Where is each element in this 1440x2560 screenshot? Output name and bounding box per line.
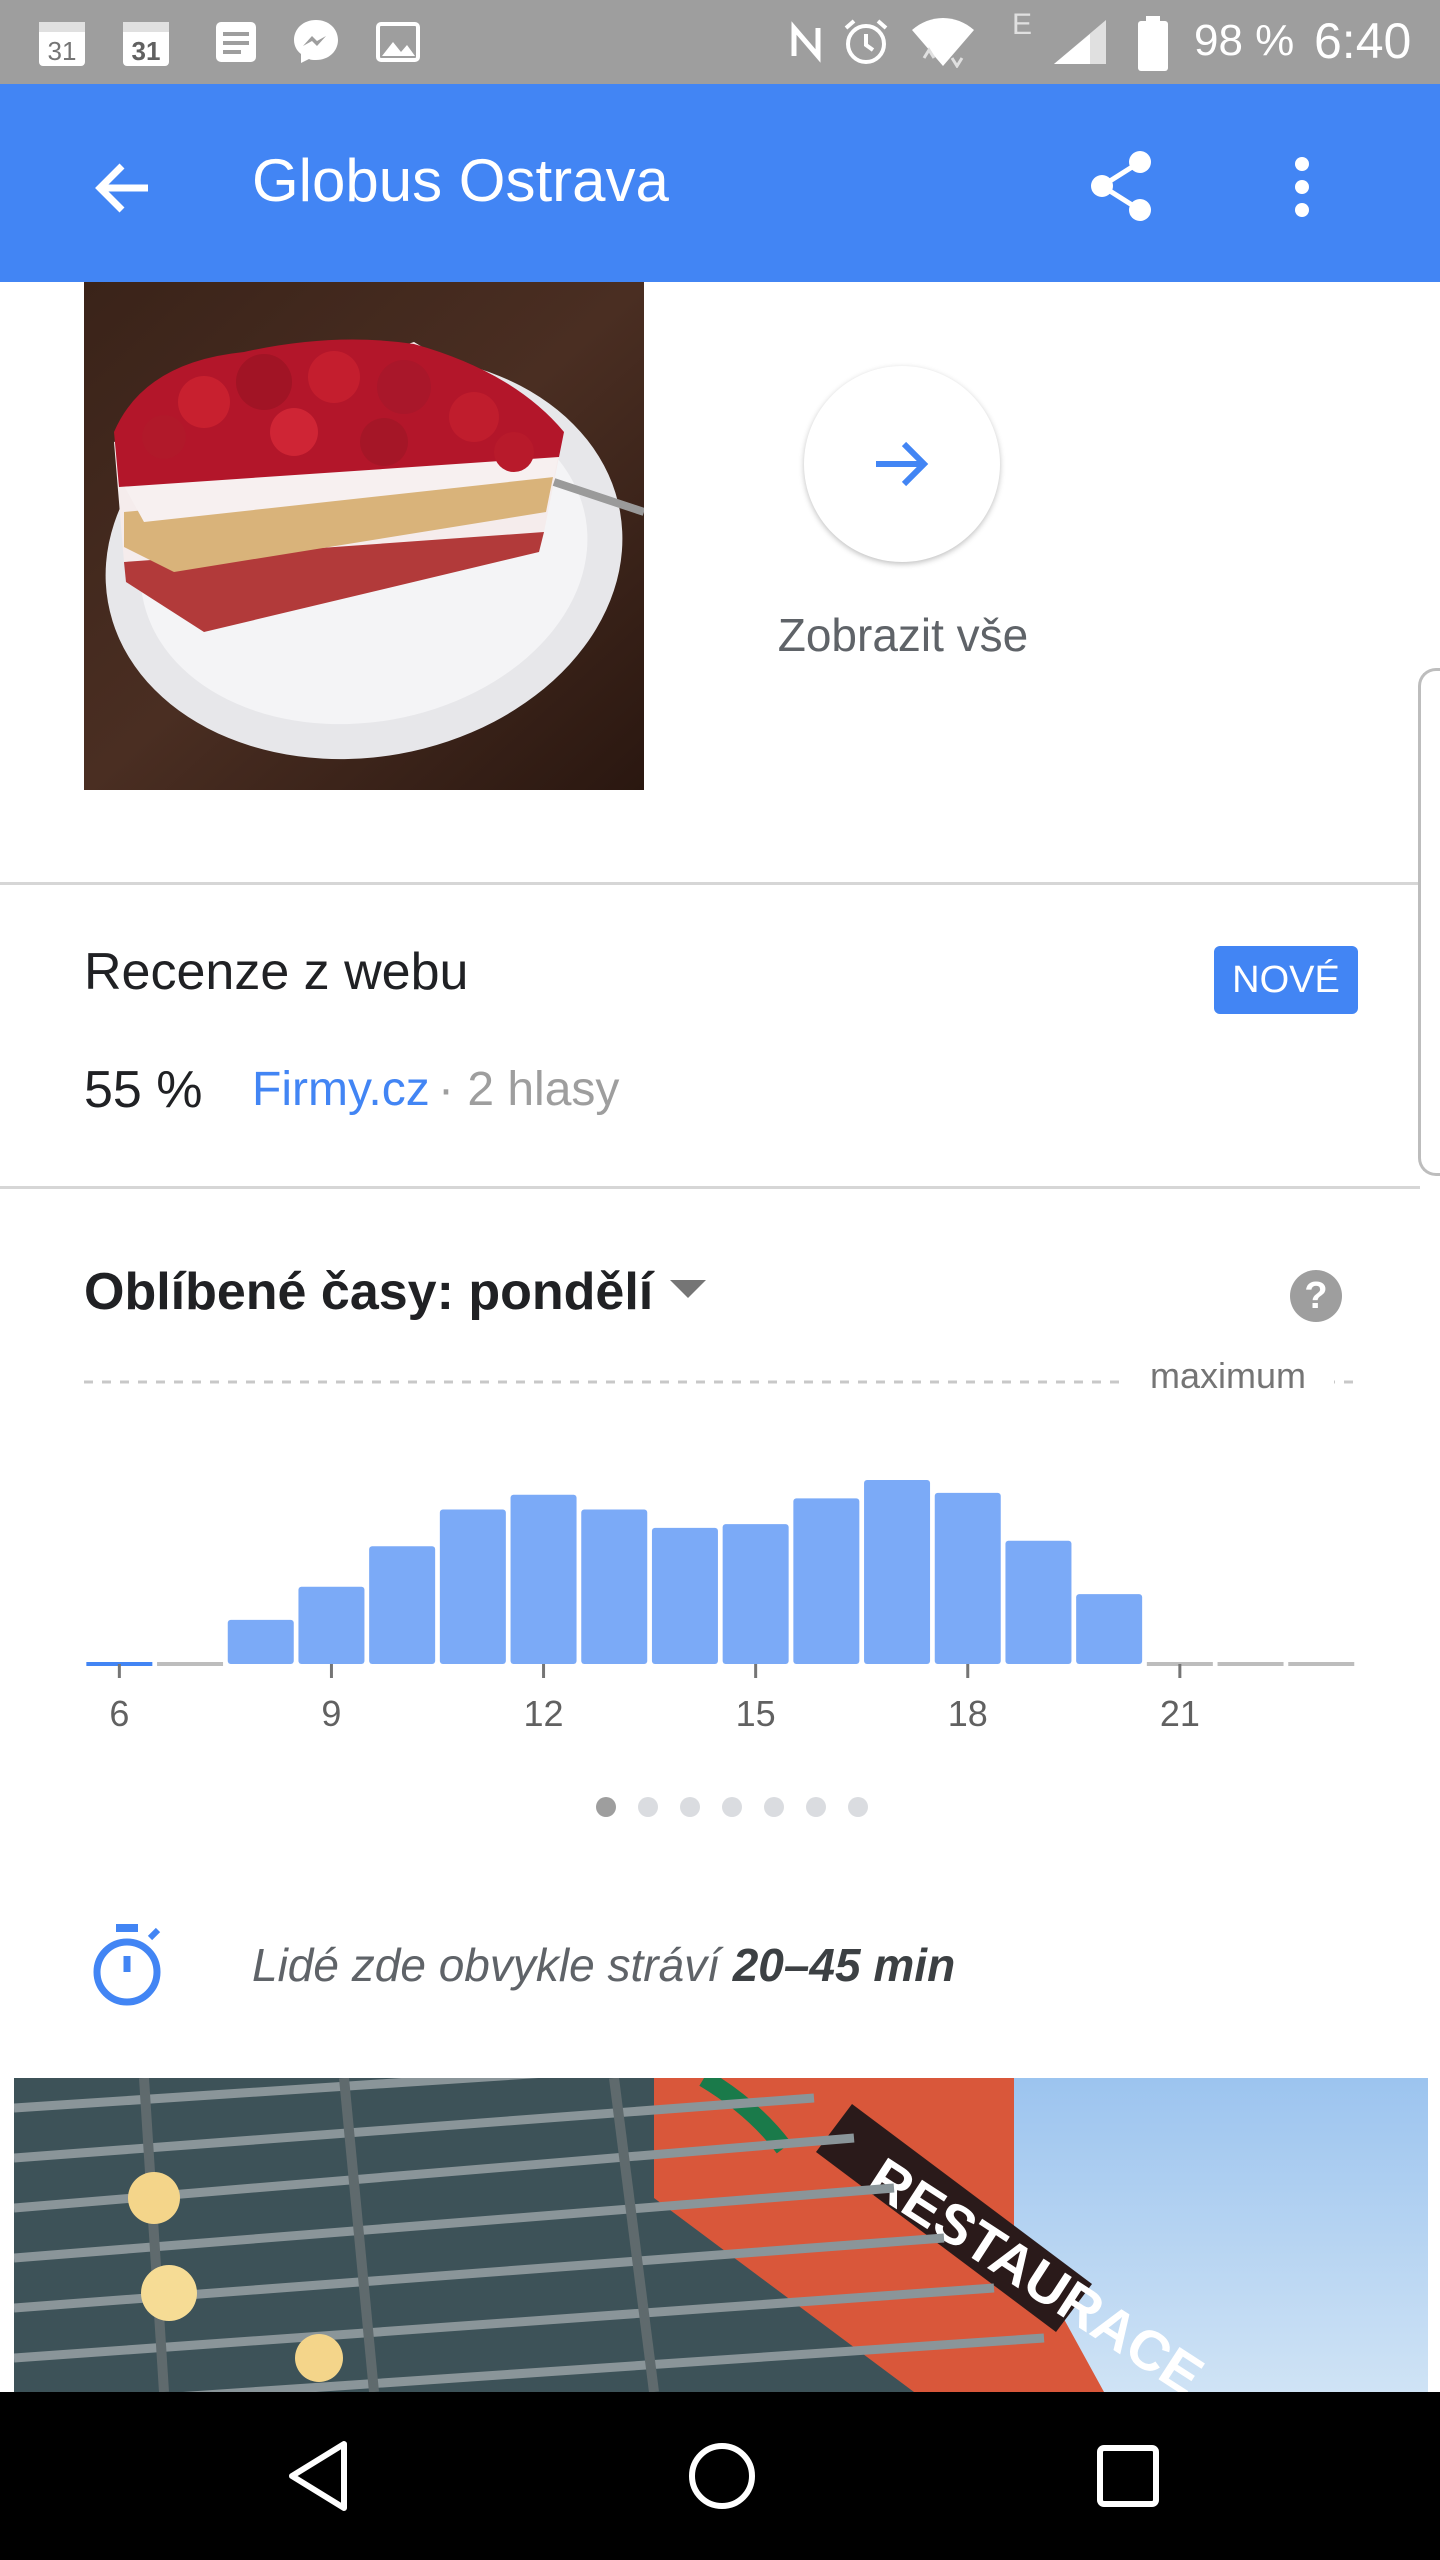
- pagination-dot[interactable]: [848, 1797, 868, 1817]
- visit-duration-text: Lidé zde obvykle stráví 20–45 min: [252, 1939, 956, 1991]
- x-tick-label: 18: [948, 1693, 988, 1734]
- place-photo-thumbnail[interactable]: [84, 282, 644, 790]
- gallery-icon: [372, 16, 424, 68]
- popular-times-chart: maximum 6 9 12 15 18 21: [84, 1355, 1356, 1734]
- chart-bar: [793, 1498, 860, 1664]
- chart-bar: [722, 1524, 789, 1664]
- timer-icon: [88, 1924, 166, 2008]
- divider: [0, 882, 1420, 885]
- divider: [0, 1186, 1420, 1189]
- chart-bar: [298, 1586, 365, 1664]
- max-label: maximum: [1150, 1355, 1306, 1396]
- battery-percent: 98 %: [1194, 16, 1295, 65]
- navigation-bar: [0, 2392, 1440, 2560]
- chart-bar: [510, 1494, 577, 1664]
- pagination-dot[interactable]: [638, 1797, 658, 1817]
- nav-back-icon[interactable]: [282, 2436, 362, 2516]
- notes-icon: [210, 16, 262, 68]
- messenger-icon: [290, 16, 342, 68]
- place-photo-exterior[interactable]: RESTAURACE: [14, 2078, 1428, 2392]
- pagination-dot[interactable]: [806, 1797, 826, 1817]
- popular-times-heading: Oblíbené časy: pondělí: [84, 1263, 654, 1321]
- chart-bar: [1005, 1540, 1072, 1664]
- wifi-icon: [910, 16, 976, 69]
- alarm-icon: [840, 16, 892, 68]
- nav-recents-icon[interactable]: [1088, 2436, 1168, 2516]
- nfc-icon: [780, 16, 832, 68]
- svg-text:31: 31: [48, 36, 77, 66]
- view-all-label[interactable]: Zobrazit vše: [704, 608, 1102, 662]
- chart-bar: [369, 1546, 436, 1664]
- chart-bar: [227, 1619, 294, 1664]
- view-all-photos-button[interactable]: [804, 366, 1000, 562]
- chart-bar: [864, 1480, 931, 1664]
- calendar-icon: 31: [36, 16, 88, 68]
- more-vert-icon[interactable]: [1282, 156, 1322, 220]
- page-title: Globus Ostrava: [252, 147, 669, 214]
- chart-bar: [581, 1509, 648, 1664]
- pagination-dot[interactable]: [722, 1797, 742, 1817]
- network-type-label: E: [1012, 8, 1033, 41]
- chart-bar: [934, 1492, 1001, 1664]
- x-tick-label: 15: [736, 1693, 776, 1734]
- review-source-link[interactable]: Firmy.cz: [252, 1062, 430, 1117]
- back-arrow-icon[interactable]: [88, 152, 160, 224]
- review-score: 55 %: [84, 1061, 203, 1119]
- review-vote-count: · 2 hlasy: [438, 1063, 620, 1116]
- x-tick-label: 21: [1160, 1693, 1200, 1734]
- pagination-dot[interactable]: [596, 1797, 616, 1817]
- chart-bar: [651, 1527, 718, 1664]
- battery-icon: [1136, 16, 1170, 71]
- share-icon[interactable]: [1082, 146, 1162, 226]
- x-tick-label: 9: [321, 1693, 341, 1734]
- clock: 6:40: [1314, 13, 1412, 69]
- chart-bar: [439, 1509, 506, 1664]
- svg-text:31: 31: [132, 36, 161, 66]
- day-dropdown-caret-icon[interactable]: [670, 1280, 706, 1298]
- arrow-forward-icon: [876, 441, 929, 487]
- x-tick-label: 6: [109, 1693, 129, 1734]
- calendar-icon: 31: [120, 16, 172, 68]
- status-bar: 31 31 E 98 % 6:40: [0, 0, 1440, 84]
- app-bar: Globus Ostrava: [0, 84, 1440, 282]
- pagination-dot[interactable]: [764, 1797, 784, 1817]
- new-badge: NOVÉ: [1214, 946, 1358, 1014]
- help-icon[interactable]: ?: [1290, 1270, 1342, 1322]
- pagination-dot[interactable]: [680, 1797, 700, 1817]
- side-drawer-handle[interactable]: [1418, 668, 1440, 1176]
- nav-home-icon[interactable]: [682, 2436, 762, 2516]
- signal-icon: [1050, 16, 1110, 68]
- chart-bar: [1076, 1594, 1143, 1664]
- web-reviews-heading: Recenze z webu: [84, 943, 469, 1001]
- x-tick-label: 12: [524, 1693, 564, 1734]
